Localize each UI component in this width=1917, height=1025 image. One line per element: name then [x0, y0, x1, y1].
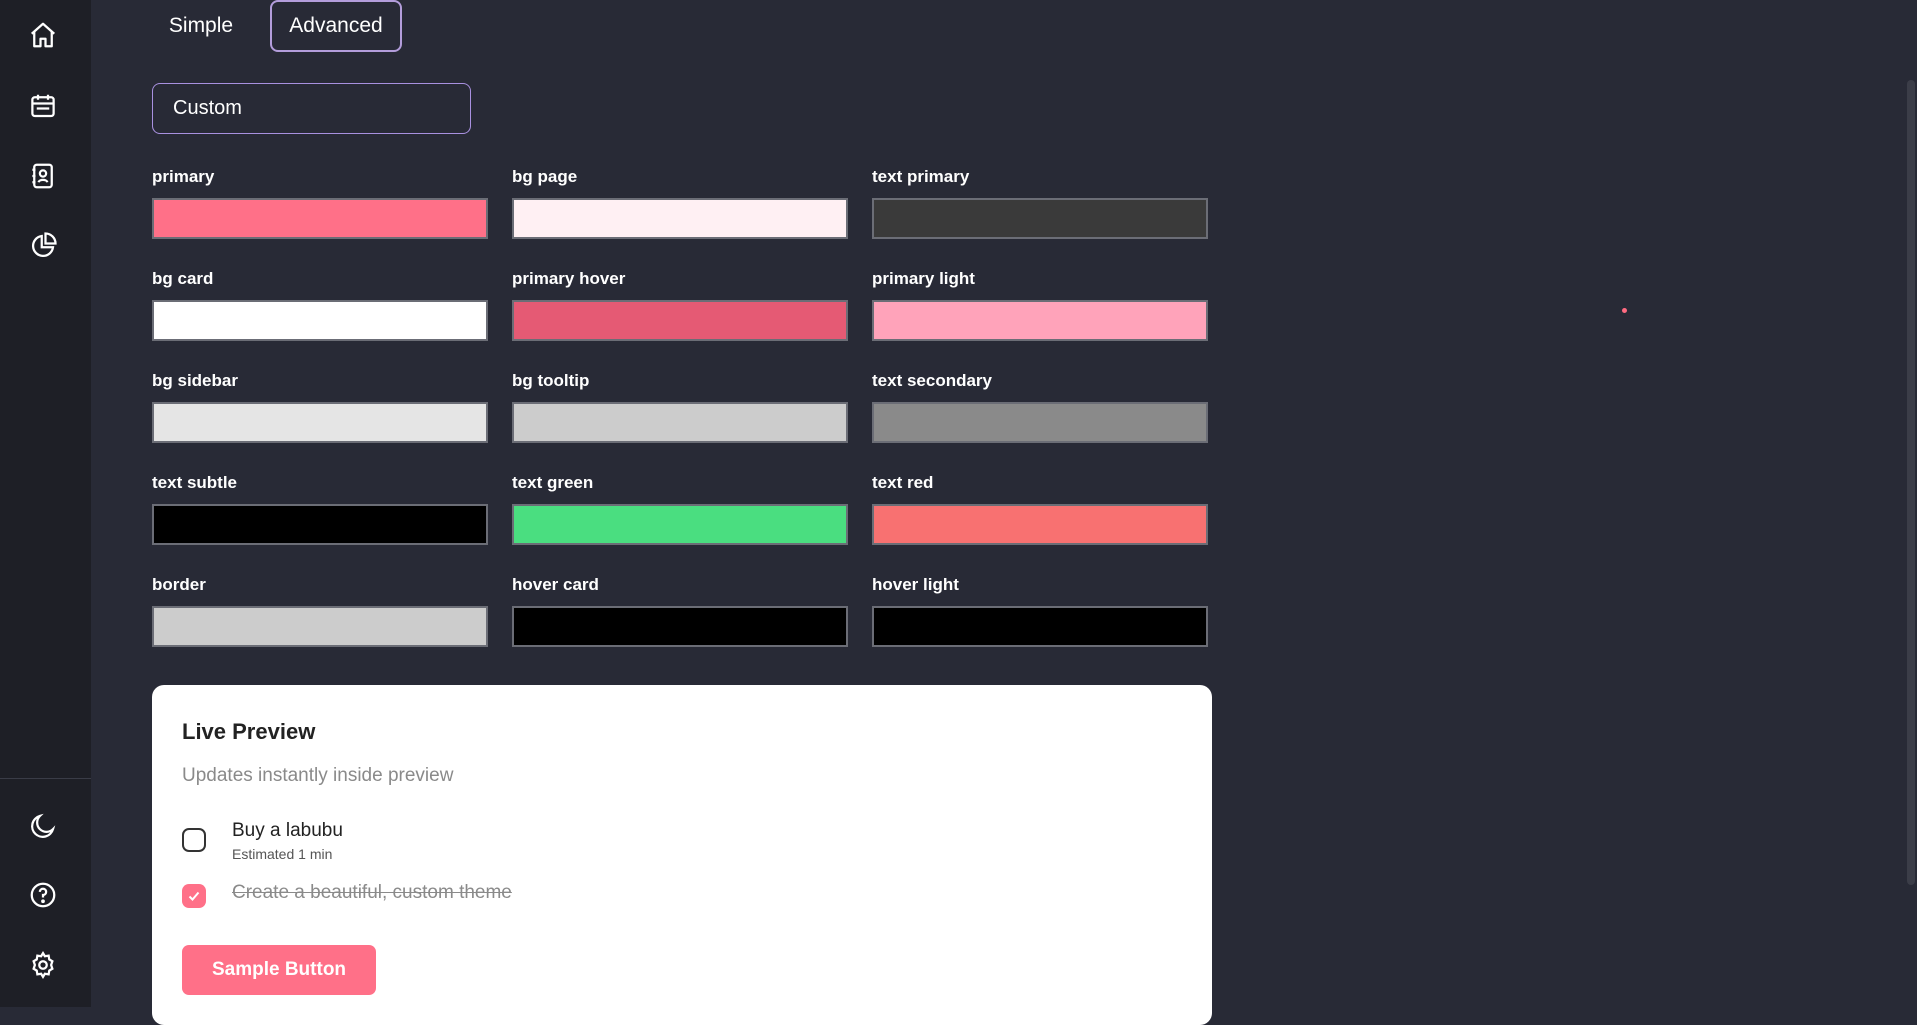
scrollbar[interactable]	[1907, 80, 1915, 885]
contacts-icon[interactable]	[24, 157, 62, 195]
swatch-bg-sidebar: bg sidebar	[152, 370, 488, 443]
sample-button[interactable]: Sample Button	[182, 945, 376, 995]
swatch-border: border	[152, 574, 488, 647]
home-icon[interactable]	[24, 16, 62, 54]
color-input[interactable]	[872, 402, 1208, 443]
task-checkbox[interactable]	[182, 828, 206, 852]
swatch-text-red: text red	[872, 472, 1208, 545]
sidebar	[0, 0, 91, 1007]
swatch-label: bg page	[512, 167, 578, 186]
color-input[interactable]	[512, 606, 848, 647]
swatch-text-primary: text primary	[872, 166, 1208, 239]
color-input[interactable]	[152, 198, 488, 239]
color-input[interactable]	[512, 300, 848, 341]
gear-icon[interactable]	[24, 946, 62, 984]
swatch-label: primary light	[872, 269, 975, 288]
help-icon[interactable]	[24, 876, 62, 914]
swatch-label: primary hover	[512, 269, 626, 288]
task-title: Create a beautiful, custom theme	[232, 882, 512, 903]
swatch-primary-hover: primary hover	[512, 268, 848, 341]
preview-title: Live Preview	[182, 719, 316, 744]
task-title: Buy a labubu	[232, 820, 343, 841]
swatch-label: bg tooltip	[512, 371, 590, 390]
color-input[interactable]	[872, 504, 1208, 545]
swatch-hover-light: hover light	[872, 574, 1208, 647]
swatch-text-subtle: text subtle	[152, 472, 488, 545]
theme-preset-select[interactable]: Custom	[152, 83, 471, 134]
color-input[interactable]	[872, 606, 1208, 647]
swatch-label: text subtle	[152, 473, 238, 492]
swatch-label: hover card	[512, 575, 599, 594]
swatch-label: text secondary	[872, 371, 992, 390]
color-input[interactable]	[152, 606, 488, 647]
swatch-bg-tooltip: bg tooltip	[512, 370, 848, 443]
swatch-text-green: text green	[512, 472, 848, 545]
preview-subtitle: Updates instantly inside preview	[182, 765, 454, 786]
task-checkbox-checked[interactable]	[182, 884, 206, 908]
tab-simple[interactable]: Simple	[152, 0, 250, 52]
tab-advanced[interactable]: Advanced	[270, 0, 402, 52]
swatch-label: text primary	[872, 167, 970, 186]
swatch-label: border	[152, 575, 206, 594]
color-input[interactable]	[872, 300, 1208, 341]
color-input[interactable]	[152, 504, 488, 545]
swatch-hover-card: hover card	[512, 574, 848, 647]
swatch-label: primary	[152, 167, 215, 186]
color-input[interactable]	[512, 402, 848, 443]
cursor-dot	[1622, 308, 1627, 313]
swatch-label: text red	[872, 473, 934, 492]
swatch-bg-card: bg card	[152, 268, 488, 341]
color-input[interactable]	[872, 198, 1208, 239]
color-input[interactable]	[152, 300, 488, 341]
swatch-primary-light: primary light	[872, 268, 1208, 341]
moon-icon[interactable]	[24, 807, 62, 845]
swatch-bg-page: bg page	[512, 166, 848, 239]
swatch-label: hover light	[872, 575, 959, 594]
checkmark-icon	[188, 891, 200, 901]
color-input[interactable]	[512, 504, 848, 545]
swatch-label: bg card	[152, 269, 214, 288]
swatch-label: text green	[512, 473, 594, 492]
sidebar-divider	[0, 778, 91, 779]
calendar-icon[interactable]	[24, 87, 62, 125]
live-preview-card: Live Preview Updates instantly inside pr…	[152, 685, 1212, 1025]
pie-chart-icon[interactable]	[24, 227, 62, 265]
swatch-label: bg sidebar	[152, 371, 238, 390]
color-input[interactable]	[152, 402, 488, 443]
swatch-primary: primary	[152, 166, 488, 239]
task-estimate: Estimated 1 min	[232, 846, 333, 862]
color-input[interactable]	[512, 198, 848, 239]
swatch-text-secondary: text secondary	[872, 370, 1208, 443]
